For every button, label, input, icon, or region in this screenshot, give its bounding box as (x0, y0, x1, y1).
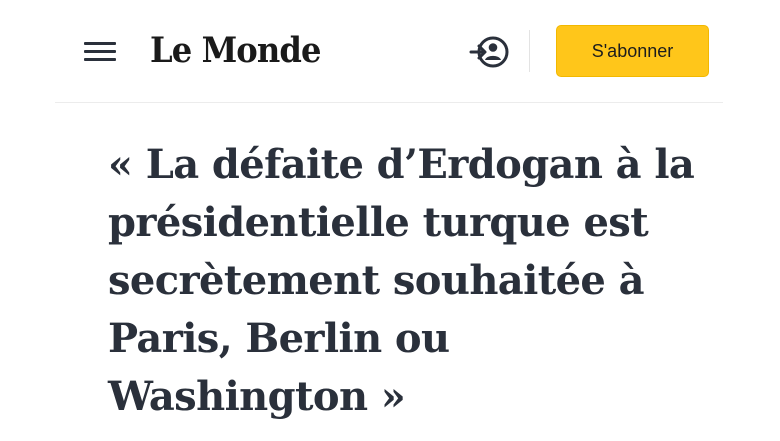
article-headline: « La défaite d’Erdogan à la présidentiel… (108, 141, 695, 420)
le-monde-logo[interactable]: Le Monde (150, 26, 321, 74)
header-bottom-divider (55, 102, 723, 103)
subscribe-button[interactable]: S'abonner (556, 25, 709, 77)
account-login-icon[interactable] (469, 32, 511, 72)
site-header: Le Monde S'abonner (0, 0, 780, 103)
header-vertical-divider (529, 30, 530, 72)
login-arrow-user-icon (469, 36, 509, 68)
hamburger-menu-icon[interactable] (82, 38, 118, 66)
